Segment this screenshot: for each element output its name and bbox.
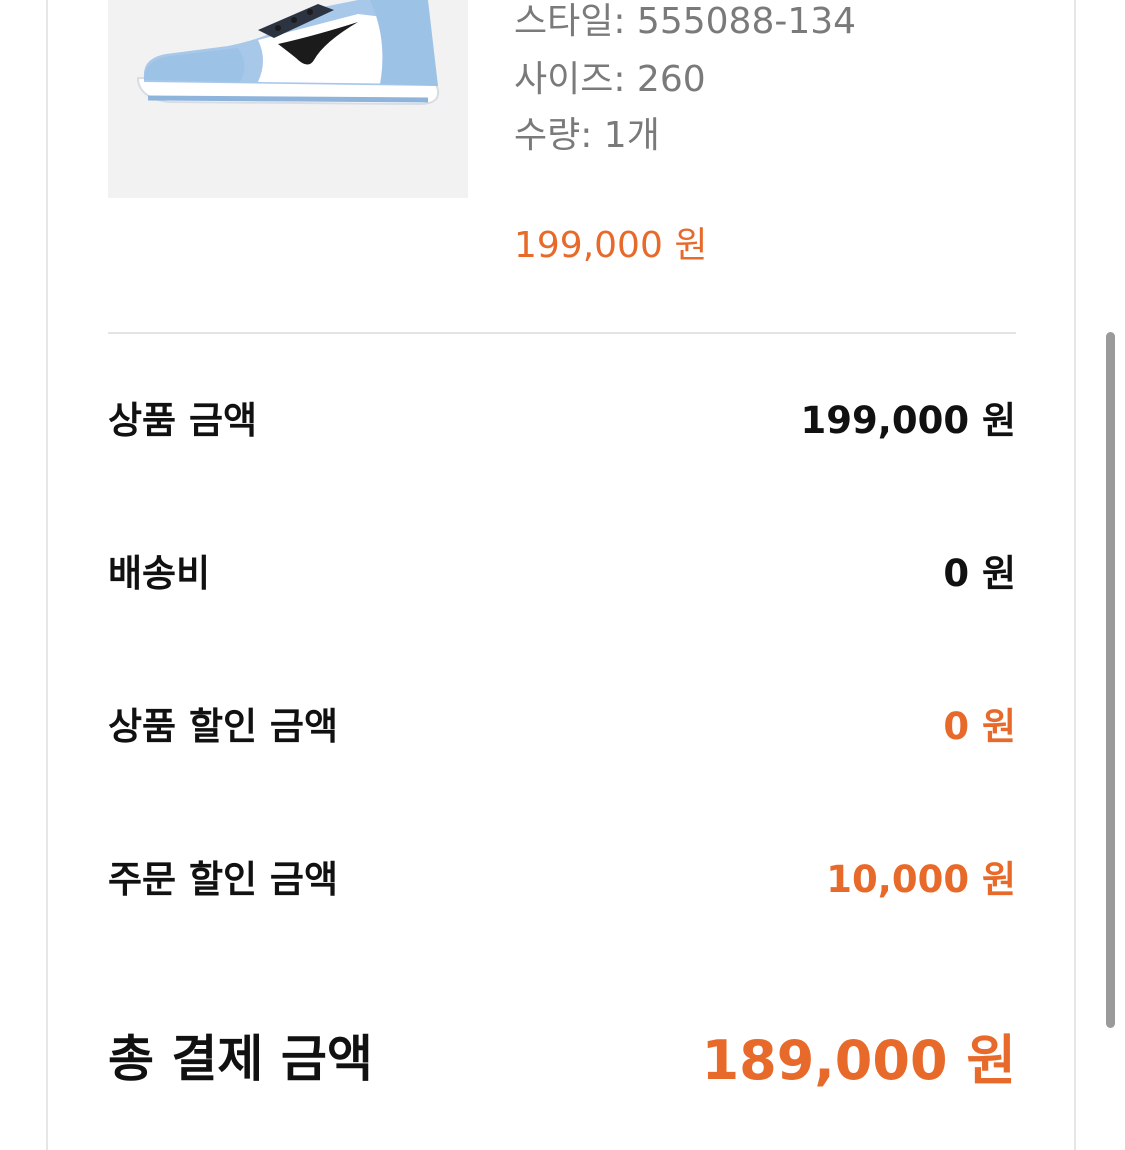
vertical-scrollbar[interactable]	[1106, 332, 1115, 1028]
section-divider	[108, 332, 1016, 334]
total-row: 총 결제 금액 189,000 원	[108, 1020, 1016, 1092]
order-discount-value: 10,000 원	[826, 858, 1016, 901]
product-quantity: 수량: 1개	[514, 115, 660, 156]
product-image[interactable]	[108, 0, 468, 198]
sneaker-image	[108, 0, 468, 198]
product-price: 199,000 원	[514, 225, 708, 266]
subtotal-value: 199,000 원	[800, 399, 1016, 442]
total-value: 189,000 원	[701, 1028, 1016, 1092]
order-discount-row: 주문 할인 금액 10,000 원	[108, 851, 1016, 901]
subtotal-label: 상품 금액	[108, 399, 258, 442]
total-label: 총 결제 금액	[108, 1030, 373, 1088]
order-discount-label: 주문 할인 금액	[108, 858, 339, 901]
subtotal-row: 상품 금액 199,000 원	[108, 392, 1016, 442]
product-size: 사이즈: 260	[514, 59, 706, 100]
product-style-code: 스타일: 555088-134	[514, 1, 857, 42]
shipping-row: 배송비 0 원	[108, 545, 1016, 595]
product-discount-value: 0 원	[943, 705, 1016, 748]
product-discount-label: 상품 할인 금액	[108, 705, 339, 748]
shipping-value: 0 원	[943, 552, 1016, 595]
shipping-label: 배송비	[108, 552, 211, 595]
product-discount-row: 상품 할인 금액 0 원	[108, 698, 1016, 748]
